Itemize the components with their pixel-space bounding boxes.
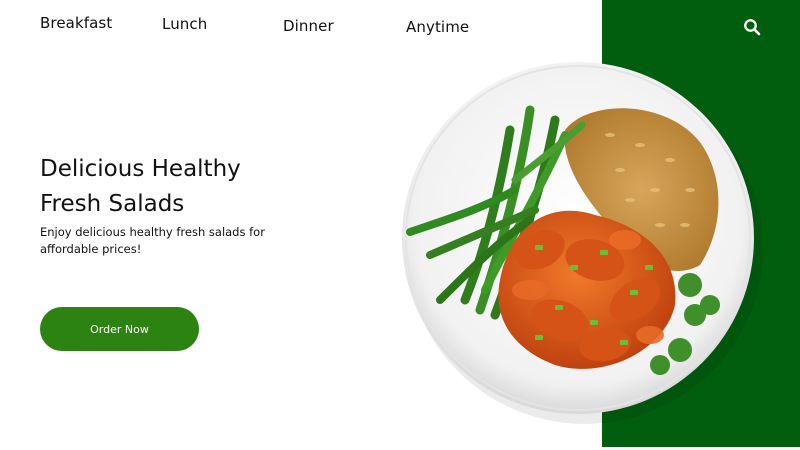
order-now-button[interactable]: Order Now <box>40 307 199 351</box>
hero-title: Delicious Healthy Fresh Salads <box>40 152 241 222</box>
hero-description: Enjoy delicious healthy fresh salads for… <box>40 225 265 256</box>
hero-title-line-2: Fresh Salads <box>40 191 185 217</box>
plate-of-food-icon <box>402 62 763 424</box>
nav-item-breakfast[interactable]: Breakfast <box>40 14 112 32</box>
hero-title-line-1: Delicious Healthy <box>40 156 241 182</box>
nav-item-dinner[interactable]: Dinner <box>283 17 334 35</box>
search-icon[interactable] <box>743 18 761 36</box>
nav-item-lunch[interactable]: Lunch <box>162 15 207 33</box>
nav-item-anytime[interactable]: Anytime <box>406 18 469 36</box>
